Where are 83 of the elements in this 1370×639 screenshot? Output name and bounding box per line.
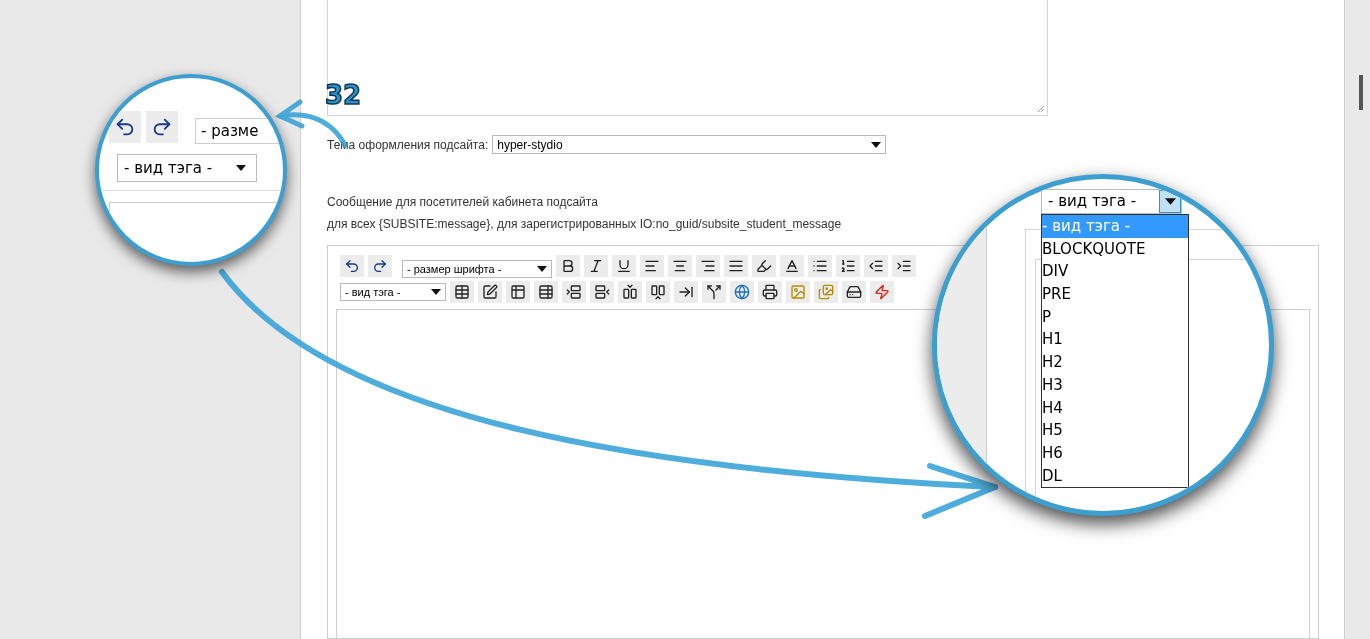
- align-left-icon: [644, 258, 660, 274]
- align-center-button[interactable]: [668, 255, 692, 277]
- print-button[interactable]: [758, 281, 782, 303]
- highlighter-icon: [756, 258, 772, 274]
- dropdown-option[interactable]: P: [1042, 305, 1188, 329]
- dropdown-option[interactable]: PRE: [1042, 283, 1188, 306]
- outdent-icon: [868, 258, 884, 274]
- bullet-list-icon: [812, 258, 828, 274]
- dropdown-option[interactable]: H6: [1042, 441, 1188, 465]
- insert-row-below-icon: [594, 284, 610, 300]
- dropdown-option[interactable]: DIV: [1042, 260, 1188, 284]
- justify-button[interactable]: [724, 255, 748, 277]
- theme-select[interactable]: hyper-stydio: [492, 135, 887, 154]
- insert-column-right-icon: [650, 284, 666, 300]
- dropdown-option[interactable]: H4: [1042, 396, 1188, 420]
- outdent-button[interactable]: [864, 255, 888, 277]
- font-size-select[interactable]: - разме: [195, 118, 280, 144]
- flash-icon: [874, 284, 890, 300]
- redo-icon: [372, 258, 388, 274]
- dropdown-option[interactable]: H1: [1042, 328, 1188, 352]
- text-color-button[interactable]: [780, 255, 804, 277]
- italic-icon: [588, 258, 604, 274]
- align-left-button[interactable]: [640, 255, 664, 277]
- caret-icon: [1164, 198, 1176, 205]
- table-properties-button[interactable]: [534, 281, 558, 303]
- edit-table-icon: [482, 284, 498, 300]
- underline-icon: [616, 258, 632, 274]
- underline-button[interactable]: [612, 255, 636, 277]
- undo-button[interactable]: [340, 255, 364, 277]
- justify-icon: [728, 258, 744, 274]
- tag-select[interactable]: - вид тэга -: [117, 154, 257, 182]
- align-center-icon: [672, 258, 688, 274]
- indent-icon: [896, 258, 912, 274]
- align-right-icon: [700, 258, 716, 274]
- insert-row-below-button[interactable]: [590, 281, 614, 303]
- numbered-list-icon: [840, 258, 856, 274]
- dropdown-option[interactable]: BLOCKQUOTE: [1042, 237, 1188, 261]
- undo-button[interactable]: [109, 111, 141, 143]
- insert-row-icon: [566, 284, 582, 300]
- theme-label: Тема оформления подсайта:: [327, 136, 489, 154]
- table-grid-button[interactable]: [506, 281, 530, 303]
- caret-icon: [431, 289, 441, 295]
- gallery-icon: [818, 284, 834, 300]
- align-right-button[interactable]: [696, 255, 720, 277]
- table-icon: [454, 284, 470, 300]
- dropdown-option[interactable]: DL: [1042, 464, 1188, 488]
- caret-icon: [236, 165, 246, 171]
- caret-icon: [537, 266, 547, 272]
- image-icon: [790, 284, 806, 300]
- table-properties-icon: [538, 284, 554, 300]
- dropdown-option[interactable]: H5: [1042, 419, 1188, 442]
- redo-icon: [151, 116, 173, 138]
- dropdown-option[interactable]: H3: [1042, 373, 1188, 397]
- text-color-icon: [784, 258, 800, 274]
- edit-table-button[interactable]: [478, 281, 502, 303]
- indent-button[interactable]: [892, 255, 916, 277]
- undo-icon: [114, 116, 136, 138]
- print-icon: [762, 284, 778, 300]
- redo-button[interactable]: [146, 111, 178, 143]
- insert-column-button[interactable]: [618, 281, 642, 303]
- italic-button[interactable]: [584, 255, 608, 277]
- scrollbar-thumb: [1359, 75, 1363, 110]
- flash-button[interactable]: [870, 281, 894, 303]
- tag-select[interactable]: - вид тэга -: [1041, 189, 1182, 214]
- step-number: 32: [325, 80, 362, 110]
- table-grid-icon: [510, 284, 526, 300]
- dropdown-option[interactable]: H2: [1042, 351, 1188, 374]
- resize-grip-icon: [1037, 105, 1045, 113]
- undo-icon: [344, 258, 360, 274]
- bullet-list-button[interactable]: [808, 255, 832, 277]
- insert-column-icon: [622, 284, 638, 300]
- tag-select[interactable]: - вид тэга -: [340, 283, 446, 301]
- redo-button[interactable]: [368, 255, 392, 277]
- table-button[interactable]: [450, 281, 474, 303]
- numbered-list-button[interactable]: [836, 255, 860, 277]
- bold-button[interactable]: [556, 255, 580, 277]
- highlighter-button[interactable]: [752, 255, 776, 277]
- insert-row-button[interactable]: [562, 281, 586, 303]
- bold-icon: [560, 258, 576, 274]
- message-label: Сообщение для посетителей кабинета подсайта для всех {SUBSITE:message}, для зарегистрированных IO:no_guid/subsite_student_message: [327, 194, 843, 233]
- insert-column-right-button[interactable]: [646, 281, 670, 303]
- font-size-select[interactable]: - размер шрифта -: [402, 260, 552, 278]
- caret-icon: [871, 141, 882, 148]
